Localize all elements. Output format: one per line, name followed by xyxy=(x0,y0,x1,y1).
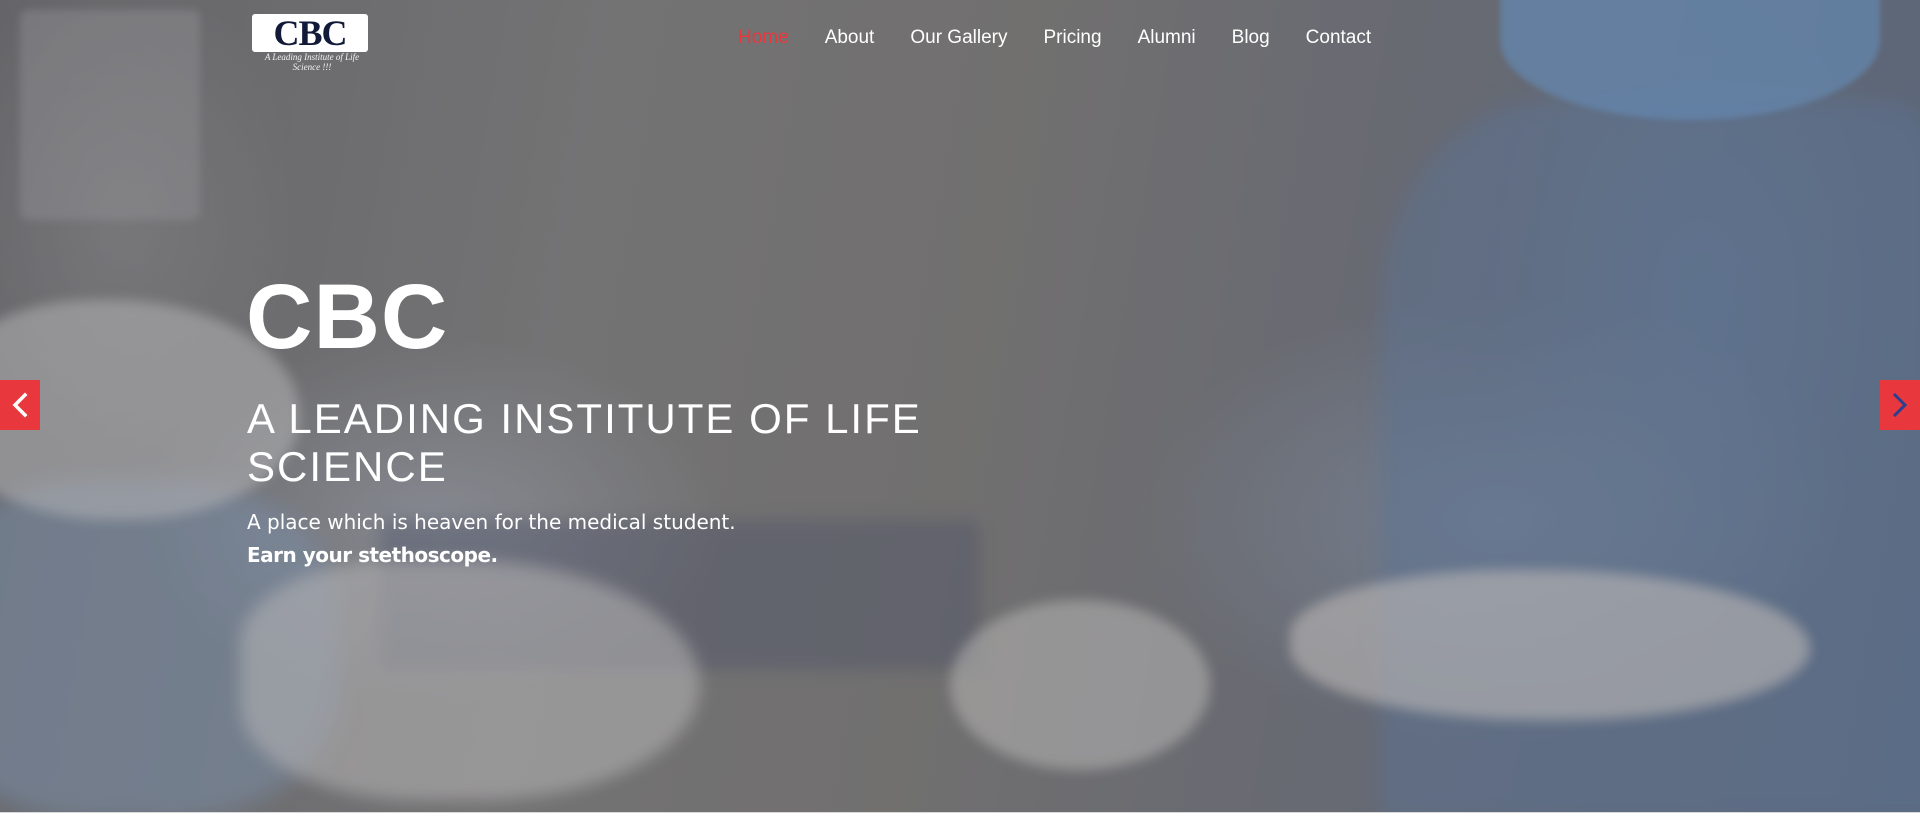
nav-link-our-gallery[interactable]: Our Gallery xyxy=(892,24,1025,52)
slider-prev-button[interactable] xyxy=(0,380,40,430)
site-logo[interactable]: CBC A Leading Institute of Life Science … xyxy=(250,14,370,74)
hero-subtitle: A LEADING INSTITUTE OF LIFE SCIENCE xyxy=(247,395,922,490)
logo-tagline: A Leading Institute of Life Science !!! xyxy=(264,52,360,72)
nav-link-about[interactable]: About xyxy=(807,24,893,52)
nav-link-home[interactable]: Home xyxy=(720,24,807,52)
nav-link-pricing[interactable]: Pricing xyxy=(1025,24,1119,52)
hero-description: A place which is heaven for the medical … xyxy=(247,510,736,534)
nav-link-contact[interactable]: Contact xyxy=(1288,24,1389,52)
chevron-right-icon xyxy=(1891,392,1909,418)
hero-slider: CBC A Leading Institute of Life Science … xyxy=(0,0,1920,812)
nav-link-blog[interactable]: Blog xyxy=(1214,24,1288,52)
hero-title: CBC xyxy=(246,266,449,368)
main-nav: Home About Our Gallery Pricing Alumni Blog Con… xyxy=(720,24,1389,52)
logo-text: CBC xyxy=(273,13,347,53)
logo-mark: CBC xyxy=(252,14,368,52)
page-divider xyxy=(0,812,1920,821)
chevron-left-icon xyxy=(11,392,29,418)
nav-link-alumni[interactable]: Alumni xyxy=(1120,24,1214,52)
slider-next-button[interactable] xyxy=(1880,380,1920,430)
hero-cta-text: Earn your stethoscope. xyxy=(247,543,498,567)
